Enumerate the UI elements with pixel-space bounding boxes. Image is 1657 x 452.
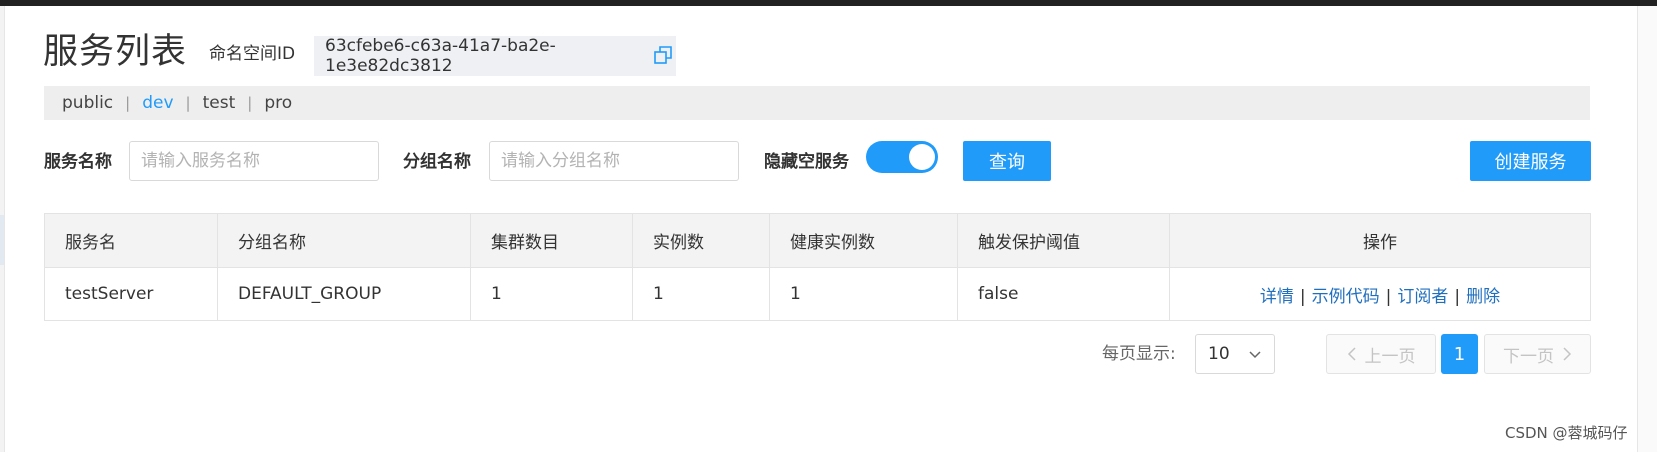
cell-group-name: DEFAULT_GROUP [217,267,471,321]
page-size-value: 10 [1208,344,1230,364]
namespace-tab-test[interactable]: test [203,93,236,113]
hide-empty-services-toggle[interactable] [866,141,938,173]
namespace-id-label: 命名空间ID [209,44,296,64]
chevron-right-icon [1563,347,1572,361]
namespace-separator: | [125,94,131,112]
page-size-label: 每页显示: [1102,344,1176,364]
column-header-group-name: 分组名称 [217,213,471,268]
table-row: testServer DEFAULT_GROUP 1 1 1 false 详情 |… [44,267,1591,321]
csdn-watermark: CSDN @蓉城码仔 [1505,424,1628,442]
service-table: 服务名 分组名称 集群数目 实例数 健康实例数 触发保护阈值 操作 testSe… [44,213,1591,321]
top-window-bar [0,0,1657,6]
chevron-left-icon [1347,347,1356,361]
chevron-down-icon [1249,351,1261,359]
cell-protect-threshold: false [957,267,1170,321]
namespace-tabs: public | dev | test | pro [44,86,1590,120]
vertical-scrollbar[interactable] [1637,6,1657,452]
column-header-cluster-count: 集群数目 [470,213,633,268]
column-header-service-name: 服务名 [44,213,218,268]
left-sidebar-active-marker [0,215,4,265]
cell-instance-count: 1 [632,267,770,321]
namespace-tab-public[interactable]: public [62,93,113,113]
service-name-input[interactable] [129,141,379,181]
namespace-id-box: 63cfebe6-c63a-41a7-ba2e-1e3e82dc3812 [314,36,676,76]
copy-icon[interactable] [654,46,672,64]
table-header-row: 服务名 分组名称 集群数目 实例数 健康实例数 触发保护阈值 操作 [44,213,1591,268]
previous-page-button[interactable]: 上一页 [1326,334,1436,374]
namespace-tab-dev[interactable]: dev [142,93,173,113]
namespace-separator: | [247,94,253,112]
column-header-protect-threshold: 触发保护阈值 [957,213,1170,268]
delete-link[interactable]: 删除 [1466,287,1500,307]
action-separator: | [1299,286,1306,307]
column-header-healthy-count: 健康实例数 [769,213,958,268]
cell-actions: 详情 | 示例代码 | 订阅者 | 删除 [1169,267,1591,321]
cell-service-name: testServer [44,267,218,321]
sample-code-link[interactable]: 示例代码 [1312,287,1380,307]
cell-cluster-count: 1 [470,267,633,321]
hide-empty-services-label: 隐藏空服务 [764,152,849,172]
subscribers-link[interactable]: 订阅者 [1397,287,1448,307]
page-title: 服务列表 [43,32,188,72]
next-page-button[interactable]: 下一页 [1484,334,1591,374]
column-header-actions: 操作 [1169,213,1591,268]
namespace-tab-pro[interactable]: pro [264,93,292,113]
group-name-input[interactable] [489,141,739,181]
page-number-1[interactable]: 1 [1441,334,1478,374]
namespace-id-value: 63cfebe6-c63a-41a7-ba2e-1e3e82dc3812 [325,36,556,76]
next-page-label: 下一页 [1503,346,1554,367]
toggle-knob [909,144,935,170]
create-service-button[interactable]: 创建服务 [1470,141,1591,181]
column-header-instance-count: 实例数 [632,213,770,268]
query-button[interactable]: 查询 [963,141,1051,181]
group-name-label: 分组名称 [403,152,471,172]
page-size-select[interactable]: 10 [1195,334,1275,374]
action-separator: | [1454,286,1461,307]
service-name-label: 服务名称 [44,152,112,172]
details-link[interactable]: 详情 [1260,287,1294,307]
cell-healthy-count: 1 [769,267,958,321]
namespace-separator: | [185,94,191,112]
previous-page-label: 上一页 [1364,346,1416,367]
action-separator: | [1385,286,1392,307]
